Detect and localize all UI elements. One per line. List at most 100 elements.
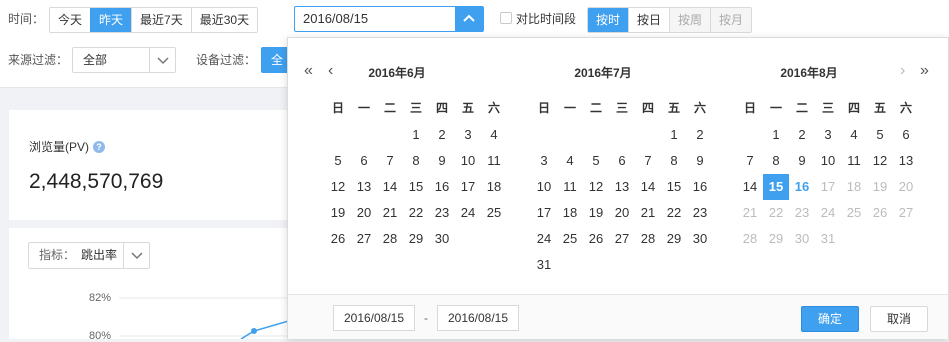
quick-range-today[interactable]: 今天 [50,8,90,32]
day-cell[interactable]: 5 [867,122,893,148]
range-end-input[interactable]: 2016/08/15 [437,305,519,331]
day-cell[interactable]: 6 [893,122,919,148]
granularity-month[interactable]: 按月 [710,8,752,32]
compare-checkbox[interactable] [500,12,512,24]
day-cell[interactable]: 1 [763,122,789,148]
day-cell[interactable]: 7 [377,148,403,174]
day-cell[interactable]: 25 [481,200,507,226]
day-cell[interactable]: 19 [583,200,609,226]
day-cell[interactable]: 22 [403,200,429,226]
help-icon[interactable]: ? [93,141,106,153]
day-cell[interactable]: 4 [557,148,583,174]
day-cell[interactable]: 21 [737,200,763,226]
day-cell[interactable]: 1 [403,122,429,148]
day-cell[interactable]: 2 [429,122,455,148]
day-cell[interactable]: 25 [841,200,867,226]
day-cell[interactable]: 5 [583,148,609,174]
day-cell[interactable]: 14 [635,174,661,200]
day-cell[interactable]: 13 [351,174,377,200]
day-cell[interactable]: 6 [609,148,635,174]
day-cell[interactable]: 3 [455,122,481,148]
day-cell[interactable]: 26 [583,226,609,252]
day-cell[interactable]: 10 [815,148,841,174]
day-cell[interactable]: 29 [661,226,687,252]
day-cell[interactable]: 15 [661,174,687,200]
day-cell[interactable]: 27 [351,226,377,252]
day-cell[interactable]: 18 [481,174,507,200]
day-cell[interactable]: 20 [893,174,919,200]
day-cell[interactable]: 29 [763,226,789,252]
quick-range-30days[interactable]: 最近30天 [190,8,257,32]
granularity-day[interactable]: 按日 [628,8,669,32]
day-cell[interactable]: 23 [789,200,815,226]
day-cell[interactable]: 28 [737,226,763,252]
day-cell[interactable]: 27 [893,200,919,226]
day-cell[interactable]: 8 [661,148,687,174]
day-cell[interactable]: 25 [557,226,583,252]
quick-range-7days[interactable]: 最近7天 [131,8,191,32]
day-cell[interactable]: 20 [351,200,377,226]
date-picker-toggle[interactable] [455,7,483,31]
cancel-button[interactable]: 取消 [870,306,928,332]
day-cell[interactable]: 4 [841,122,867,148]
day-cell[interactable]: 24 [531,226,557,252]
source-filter-select[interactable]: 全部 [72,47,176,73]
day-cell[interactable]: 13 [609,174,635,200]
day-cell[interactable]: 30 [789,226,815,252]
day-cell[interactable]: 17 [531,200,557,226]
day-cell[interactable]: 23 [429,200,455,226]
day-cell[interactable]: 14 [377,174,403,200]
day-cell[interactable]: 2 [687,122,713,148]
day-cell[interactable]: 10 [455,148,481,174]
quick-range-yesterday[interactable]: 昨天 [90,8,132,32]
day-cell[interactable]: 12 [325,174,351,200]
next-year-button[interactable]: » [920,63,929,79]
day-cell[interactable]: 9 [789,148,815,174]
date-picker-input[interactable]: 2016/08/15 [294,6,484,32]
day-cell[interactable]: 9 [687,148,713,174]
day-cell[interactable]: 11 [481,148,507,174]
day-cell[interactable]: 10 [531,174,557,200]
day-cell[interactable]: 8 [403,148,429,174]
day-cell[interactable]: 30 [429,226,455,252]
day-cell[interactable]: 7 [737,148,763,174]
granularity-week[interactable]: 按周 [669,8,711,32]
day-cell[interactable]: 21 [377,200,403,226]
day-cell[interactable]: 15 [763,174,789,200]
day-cell[interactable]: 31 [531,252,557,278]
day-cell[interactable]: 23 [687,200,713,226]
day-cell[interactable]: 12 [867,148,893,174]
day-cell[interactable]: 26 [867,200,893,226]
day-cell[interactable]: 11 [557,174,583,200]
day-cell[interactable]: 17 [455,174,481,200]
day-cell[interactable]: 22 [661,200,687,226]
day-cell[interactable]: 26 [325,226,351,252]
day-cell[interactable]: 7 [635,148,661,174]
day-cell[interactable]: 12 [583,174,609,200]
day-cell[interactable]: 15 [403,174,429,200]
day-cell[interactable]: 19 [325,200,351,226]
day-cell[interactable]: 14 [737,174,763,200]
day-cell[interactable]: 9 [429,148,455,174]
day-cell[interactable]: 28 [377,226,403,252]
day-cell[interactable]: 13 [893,148,919,174]
source-dropdown-toggle[interactable] [149,48,175,72]
granularity-hour[interactable]: 按时 [588,8,629,32]
day-cell[interactable]: 5 [325,148,351,174]
data-point[interactable] [251,328,257,334]
day-cell[interactable]: 30 [687,226,713,252]
day-cell[interactable]: 2 [789,122,815,148]
day-cell[interactable]: 21 [635,200,661,226]
day-cell[interactable]: 16 [687,174,713,200]
range-start-input[interactable]: 2016/08/15 [333,305,415,331]
day-cell[interactable]: 20 [609,200,635,226]
day-cell[interactable]: 8 [763,148,789,174]
day-cell[interactable]: 29 [403,226,429,252]
day-cell[interactable]: 4 [481,122,507,148]
day-cell[interactable]: 18 [557,200,583,226]
day-cell[interactable]: 31 [815,226,841,252]
day-cell[interactable]: 27 [609,226,635,252]
day-cell[interactable]: 22 [763,200,789,226]
confirm-button[interactable]: 确定 [801,306,859,332]
day-cell[interactable]: 3 [531,148,557,174]
